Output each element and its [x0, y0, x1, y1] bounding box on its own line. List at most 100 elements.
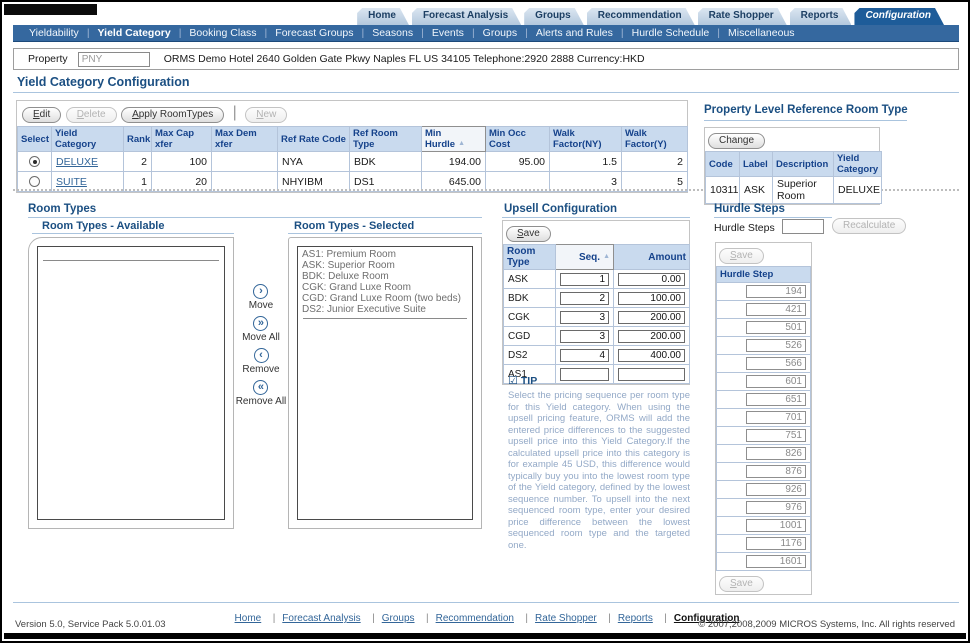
selected-listbox[interactable]: AS1: Premium Room ASK: Superior Room BDK… [297, 246, 473, 520]
room-type-option[interactable]: AS1: Premium Room [298, 249, 472, 260]
hurdle-step-input[interactable] [746, 483, 806, 496]
col-min-occ[interactable]: Min Occ Cost [486, 127, 550, 152]
seq-input[interactable] [560, 292, 609, 305]
hurdle-step-input[interactable] [746, 429, 806, 442]
col-ref-room[interactable]: Ref Room Type [350, 127, 422, 152]
change-button[interactable]: Change [708, 133, 765, 149]
upsell-title: Upsell Configuration [504, 203, 617, 215]
subnav-item[interactable]: Booking Class [171, 27, 257, 39]
new-button[interactable]: New [245, 107, 287, 123]
hurdle-step-input[interactable] [746, 375, 806, 388]
reference-title-rule [704, 120, 907, 121]
hurdle-step-input[interactable] [746, 393, 806, 406]
hurdle-step-row [717, 337, 811, 355]
subnav-item[interactable]: Forecast Groups [257, 27, 354, 39]
col-ref-rate[interactable]: Ref Rate Code [278, 127, 350, 152]
footer-link[interactable]: Recommendation [419, 613, 514, 624]
seq-input[interactable] [560, 311, 609, 324]
seq-input[interactable] [560, 349, 609, 362]
hurdle-step-input[interactable] [746, 357, 806, 370]
apply-roomtypes-button[interactable]: Apply RoomTypes [121, 107, 224, 123]
subnav-item[interactable]: Groups [464, 27, 517, 39]
min-occ-cell: 95.00 [486, 152, 550, 172]
hurdle-steps-count-input[interactable] [782, 219, 824, 234]
subnav-item[interactable]: Hurdle Schedule [613, 27, 709, 39]
top-tab[interactable]: Home [357, 8, 409, 25]
hurdle-step-input[interactable] [746, 501, 806, 514]
footer-link[interactable]: Groups [365, 613, 414, 624]
col-seq[interactable]: Seq.▲ [556, 245, 614, 270]
remove-all-button[interactable]: « Remove All [236, 380, 287, 407]
hurdle-step-input[interactable] [746, 519, 806, 532]
amount-input[interactable] [618, 311, 685, 324]
row-select-radio[interactable] [29, 176, 40, 187]
room-type-option[interactable]: CGK: Grand Luxe Room [298, 282, 472, 293]
reference-table: Code Label Description Yield Category 10… [705, 151, 882, 204]
hurdle-step-input[interactable] [746, 285, 806, 298]
hurdle-step-input[interactable] [746, 537, 806, 550]
col-yield-category[interactable]: Yield Category [52, 127, 124, 152]
col-min-hurdle[interactable]: Min Hurdle▲ [422, 127, 486, 152]
yield-category-link[interactable]: SUITE [56, 176, 87, 188]
amount-input[interactable] [618, 349, 685, 362]
col-rank[interactable]: Rank [124, 127, 152, 152]
available-listbox[interactable] [37, 246, 225, 520]
hurdle-step-input[interactable] [746, 465, 806, 478]
upsell-save-button[interactable]: Save [506, 226, 551, 242]
move-all-button[interactable]: » Move All [242, 316, 280, 343]
description-cell: Superior Room [773, 177, 834, 204]
subnav-item[interactable]: Yield Category [79, 27, 171, 39]
delete-button[interactable]: Delete [66, 107, 117, 123]
seq-input[interactable] [560, 273, 609, 286]
hurdle-step-input[interactable] [746, 339, 806, 352]
col-walk-y[interactable]: Walk Factor(Y) [622, 127, 688, 152]
bottom-black-bar [4, 633, 966, 639]
hurdle-step-input[interactable] [746, 555, 806, 568]
row-select-radio[interactable] [29, 156, 40, 167]
footer-link[interactable]: Forecast Analysis [266, 613, 361, 624]
top-tab[interactable]: Reports [790, 8, 852, 25]
top-tab[interactable]: Configuration [854, 8, 944, 25]
hurdle-title-rule [714, 217, 832, 218]
hurdle-save-button-bottom[interactable]: Save [719, 576, 764, 592]
amount-input[interactable] [618, 273, 685, 286]
move-button[interactable]: › Move [249, 284, 273, 311]
recalculate-button[interactable]: Recalculate [832, 218, 906, 234]
seq-input[interactable] [560, 330, 609, 343]
property-bar: Property ORMS Demo Hotel 2640 Golden Gat… [13, 48, 959, 70]
property-input[interactable] [78, 52, 150, 67]
hurdle-step-input[interactable] [746, 447, 806, 460]
upsell-row: ASK [504, 270, 690, 289]
top-tab[interactable]: Recommendation [587, 8, 695, 25]
subnav-item[interactable]: Events [413, 27, 464, 39]
top-tab[interactable]: Forecast Analysis [412, 8, 521, 25]
hurdle-step-input[interactable] [746, 411, 806, 424]
edit-button[interactable]: Edit [22, 107, 61, 123]
remove-button[interactable]: ‹ Remove [242, 348, 279, 375]
footer-link[interactable]: Home [235, 613, 262, 624]
subnav-item[interactable]: Seasons [353, 27, 413, 39]
amount-input[interactable] [618, 330, 685, 343]
sort-ascending-icon: ▲ [603, 253, 610, 260]
hurdle-step-input[interactable] [746, 303, 806, 316]
subnav-item[interactable]: Yieldability [29, 27, 79, 39]
amount-input[interactable] [618, 292, 685, 305]
room-type-option[interactable]: CGD: Grand Luxe Room (two beds) [298, 293, 472, 304]
room-type-option[interactable]: BDK: Deluxe Room [298, 271, 472, 282]
top-tab[interactable]: Groups [524, 8, 584, 25]
hurdle-steps-field-label: Hurdle Steps [714, 222, 775, 234]
col-room-type: Room Type [504, 245, 556, 270]
footer-link[interactable]: Rate Shopper [518, 613, 596, 624]
footer-link[interactable]: Reports [601, 613, 653, 624]
col-max-cap[interactable]: Max Cap xfer [152, 127, 212, 152]
hurdle-save-button-top[interactable]: Save [719, 248, 764, 264]
hurdle-step-input[interactable] [746, 321, 806, 334]
subnav-item[interactable]: Alerts and Rules [517, 27, 613, 39]
top-tab[interactable]: Rate Shopper [698, 8, 787, 25]
subnav-item[interactable]: Miscellaneous [709, 27, 794, 39]
yield-category-link[interactable]: DELUXE [56, 156, 98, 168]
col-walk-ny[interactable]: Walk Factor(NY) [550, 127, 622, 152]
col-max-dem[interactable]: Max Dem xfer [212, 127, 278, 152]
room-type-option[interactable]: ASK: Superior Room [298, 260, 472, 271]
room-type-option[interactable]: DS2: Junior Executive Suite [298, 304, 472, 315]
